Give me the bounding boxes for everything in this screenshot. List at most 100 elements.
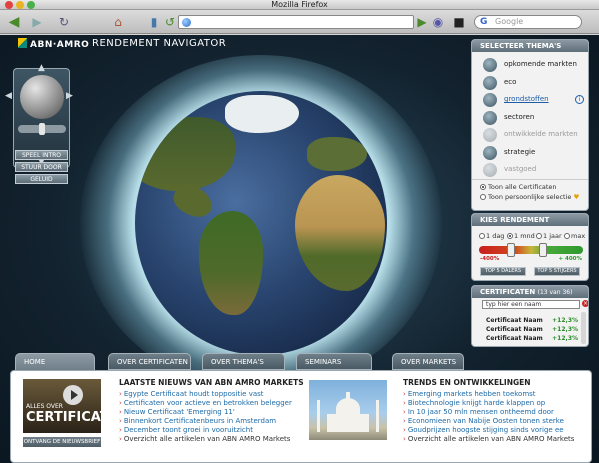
radio-personal-selection[interactable]: Toon persoonlijke selectie ♥ bbox=[472, 192, 588, 202]
certificates-panel: CERTIFICATEN (13 van 36) typ hier een na… bbox=[471, 285, 589, 347]
radio-icon bbox=[564, 233, 570, 239]
arrow-left-icon[interactable]: ◀ bbox=[5, 91, 12, 101]
clear-search-icon[interactable]: × bbox=[582, 300, 588, 307]
sound-button[interactable]: GELUID bbox=[15, 174, 68, 184]
top5-risers-button[interactable]: TOP 5 STIJGERS bbox=[534, 267, 580, 276]
cert-name: Certificaat Naam bbox=[486, 335, 543, 342]
tab-over-themas[interactable]: OVER THEMA'S bbox=[202, 353, 285, 370]
trends-all-link[interactable]: › Overzicht alle artikelen van ABN AMRO M… bbox=[403, 435, 574, 443]
tab-over-certificaten[interactable]: OVER CERTIFICATEN bbox=[108, 353, 191, 370]
cert-title: CERTIFICATEN bbox=[480, 288, 536, 296]
trend-item[interactable]: › Emerging markets hebben toekomst bbox=[403, 390, 536, 398]
earth[interactable] bbox=[135, 91, 387, 355]
theme-label: ontwikkelde markten bbox=[504, 130, 578, 138]
page-title: RENDEMENT NAVIGATOR bbox=[92, 38, 227, 49]
info-icon[interactable]: i bbox=[575, 95, 584, 104]
theme-vastgoed[interactable]: vastgoed bbox=[472, 161, 588, 179]
search-input[interactable]: G Google bbox=[474, 15, 582, 29]
period-1-jaar[interactable]: 1 jaar bbox=[536, 232, 562, 240]
theme-opkomende-markten[interactable]: opkomende markten bbox=[472, 56, 588, 74]
go-icon[interactable]: ▶ bbox=[416, 14, 428, 30]
bullet-icon: › bbox=[119, 426, 122, 434]
arrow-right-icon[interactable]: ▶ bbox=[66, 91, 73, 101]
certificate-row[interactable]: Certificaat Naam +12,3% bbox=[486, 335, 582, 342]
bookmarks-icon[interactable]: ▮ bbox=[148, 14, 160, 30]
tab-seminars[interactable]: SEMINARS bbox=[296, 353, 372, 370]
certificate-search-input[interactable]: typ hier een naam bbox=[482, 300, 580, 309]
home-icon[interactable]: ⌂ bbox=[110, 14, 126, 30]
cert-name: Certificaat Naam bbox=[486, 326, 543, 333]
arrow-up-icon[interactable]: ▲ bbox=[38, 63, 45, 73]
trend-link: Emerging markets hebben toekomst bbox=[407, 390, 536, 398]
trend-link: Goudprijzen hoogste stijging sinds vorig… bbox=[407, 426, 564, 434]
period-1-dag[interactable]: 1 dag bbox=[479, 232, 504, 240]
trend-item[interactable]: › Biotechnologie knijgt harde klappen op bbox=[403, 399, 545, 407]
news-item[interactable]: › December toont groei in vooruitzicht bbox=[119, 426, 253, 434]
news-item[interactable]: › Nieuw Certificaat 'Emerging 11' bbox=[119, 408, 235, 416]
play-icon[interactable] bbox=[63, 385, 83, 405]
growth-icon bbox=[483, 58, 497, 72]
add-on-icon[interactable]: ◉ bbox=[432, 14, 444, 30]
theme-grondstoffen[interactable]: grondstoffen i bbox=[472, 91, 588, 109]
cert-value: +12,3% bbox=[552, 326, 578, 333]
theme-ontwikkelde-markten[interactable]: ontwikkelde markten bbox=[472, 126, 588, 144]
sector-icon bbox=[483, 110, 497, 125]
strategy-icon bbox=[483, 145, 497, 160]
news-link: Egypte Certificaat houdt toppositie vast bbox=[123, 390, 264, 398]
zoom-slider-handle[interactable] bbox=[39, 123, 45, 135]
trend-link: In 10 jaar 50 mln mensen ontheemd door bbox=[407, 408, 554, 416]
newsletter-button[interactable]: ONTVANG DE NIEUWSBRIEF bbox=[23, 437, 101, 447]
play-intro-button[interactable]: SPEEL INTRO bbox=[15, 150, 68, 160]
mini-globe[interactable] bbox=[20, 75, 64, 119]
bullet-icon: › bbox=[403, 390, 406, 398]
news-item[interactable]: › Binnenkort Certificatenbeurs in Amsterd… bbox=[119, 417, 276, 425]
url-input[interactable] bbox=[178, 15, 414, 29]
radio-all-certificates[interactable]: Toon alle Certificaten bbox=[472, 182, 588, 192]
tab-over-markets[interactable]: OVER MARKETS bbox=[392, 353, 464, 370]
certificate-row[interactable]: Certificaat Naam +12,3% bbox=[486, 326, 582, 333]
bullet-icon: › bbox=[403, 399, 406, 407]
trend-item[interactable]: › In 10 jaar 50 mln mensen ontheemd door bbox=[403, 408, 554, 416]
greenland bbox=[225, 95, 299, 133]
trend-link: Biotechnologie knijgt harde klappen op bbox=[407, 399, 546, 407]
period-label: 1 dag bbox=[486, 232, 505, 240]
trend-item[interactable]: › Economieen van Nabije Oosten tonen ster… bbox=[403, 417, 564, 425]
themes-panel-title: SELECTEER THEMA'S bbox=[472, 40, 588, 52]
brand-logo[interactable]: ABN·AMRO bbox=[18, 38, 89, 50]
certificates-promo[interactable]: ALLES OVER CERTIFICATEN bbox=[23, 379, 129, 433]
north-america bbox=[135, 117, 235, 191]
period-label: 1 jaar bbox=[543, 232, 562, 240]
cert-name: Certificaat Naam bbox=[486, 317, 543, 324]
range-min-handle[interactable] bbox=[507, 243, 515, 257]
period-1-mnd[interactable]: 1 mnd bbox=[507, 232, 535, 240]
back-icon[interactable]: ◀ bbox=[4, 14, 24, 30]
send-button[interactable]: STUUR DOOR bbox=[15, 162, 68, 172]
refresh-icon[interactable]: ↺ bbox=[164, 14, 176, 30]
reload-icon[interactable]: ↻ bbox=[56, 14, 72, 30]
theme-strategie[interactable]: strategie bbox=[472, 144, 588, 162]
leaf-icon bbox=[483, 75, 497, 90]
cert-scrollbar[interactable] bbox=[581, 312, 586, 344]
trend-item[interactable]: › Goudprijzen hoogste stijging sinds vori… bbox=[403, 426, 564, 434]
theme-sectoren[interactable]: sectoren bbox=[472, 109, 588, 127]
zoom-slider[interactable] bbox=[18, 123, 66, 135]
globe[interactable] bbox=[80, 55, 442, 391]
realestate-icon bbox=[483, 163, 497, 177]
google-icon: G bbox=[480, 17, 488, 27]
return-range-slider[interactable] bbox=[479, 243, 583, 257]
range-max-handle[interactable] bbox=[539, 243, 547, 257]
news-all-link[interactable]: › Overzicht alle artikelen van ABN AMRO M… bbox=[119, 435, 290, 443]
news-item[interactable]: › Egypte Certificaat houdt toppositie vas… bbox=[119, 390, 264, 398]
bullet-icon: › bbox=[403, 408, 406, 416]
theme-eco[interactable]: eco bbox=[472, 74, 588, 92]
period-max[interactable]: max bbox=[564, 232, 585, 240]
news-item[interactable]: › Certificaten voor actieve en betrokken … bbox=[119, 399, 292, 407]
tab-home[interactable]: HOME bbox=[15, 353, 95, 371]
certificate-row[interactable]: Certificaat Naam +12,3% bbox=[486, 317, 582, 324]
radio-icon bbox=[507, 233, 513, 239]
bullet-icon: › bbox=[403, 417, 406, 425]
top5-fallers-button[interactable]: TOP 5 DALERS bbox=[480, 267, 526, 276]
stop-icon[interactable]: ■ bbox=[452, 14, 466, 30]
period-label: 1 mnd bbox=[514, 232, 535, 240]
forward-icon[interactable]: ▶ bbox=[28, 14, 46, 30]
